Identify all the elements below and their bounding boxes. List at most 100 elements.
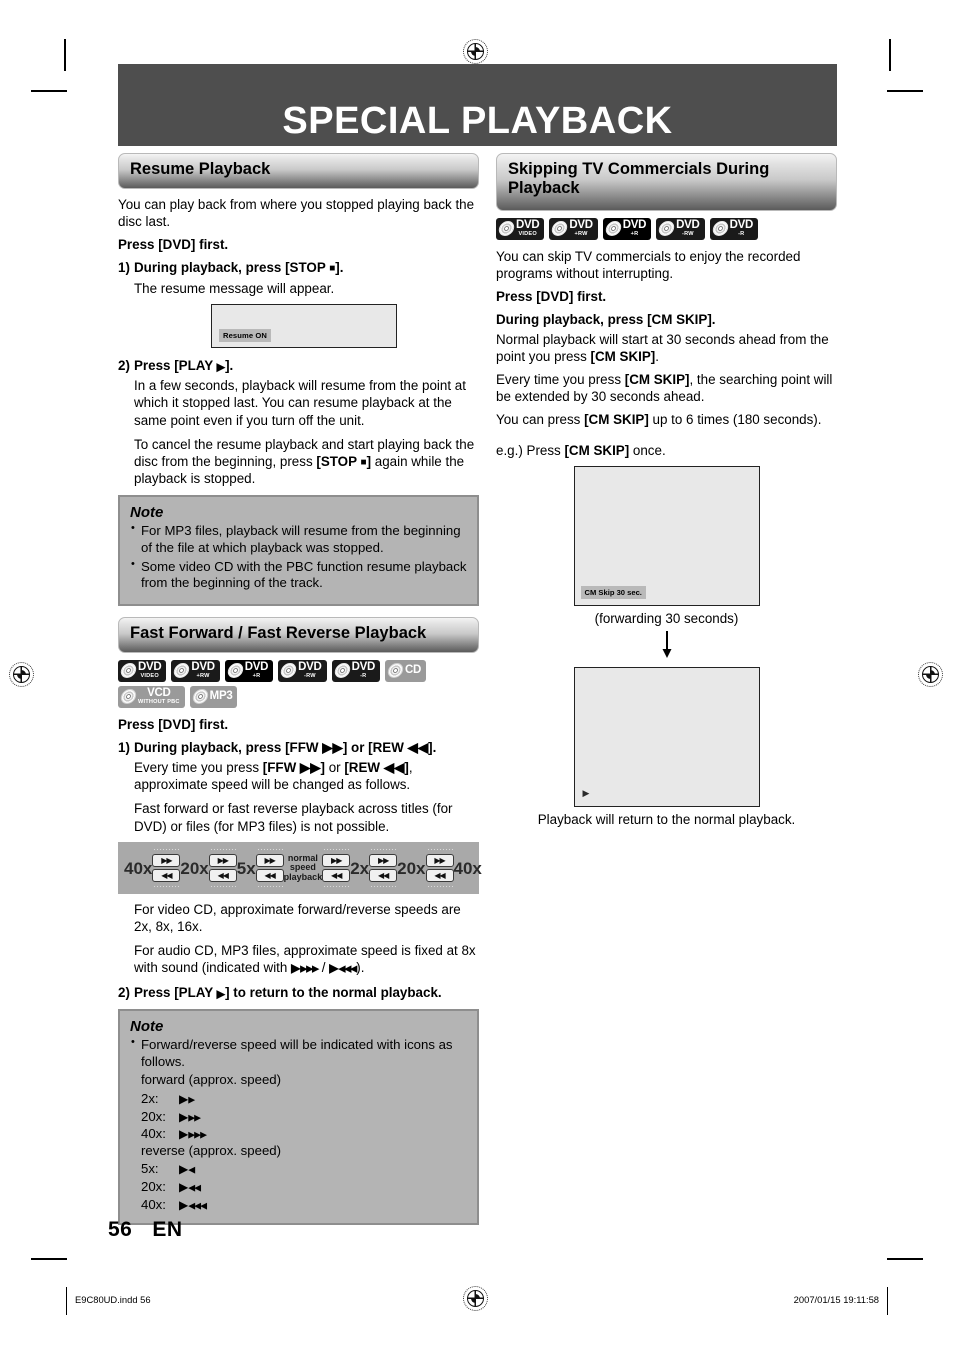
note-item: For MP3 files, playback will resume from… [130, 522, 467, 556]
note-list-2: Forward/reverse speed will be indicated … [130, 1036, 467, 1070]
speed-icon-row: 5x: ▶◀ [141, 1161, 195, 1177]
speed-label-2x-fwd: 2x [350, 858, 370, 878]
speed-icon-tail: ▶▶ [188, 1112, 201, 1123]
rew-button-icon: ◀◀ [255, 869, 284, 883]
cmskip-press-dvd-first: Press [DVD] first. [496, 289, 607, 305]
crop-mark-bottom-left-horizontal [31, 1258, 67, 1260]
disc-platter-icon [191, 689, 210, 705]
cmskip-paragraph-1: Normal playback will start at 30 seconds… [496, 331, 829, 364]
crop-mark-bottom-right-horizontal [887, 1258, 923, 1260]
speed-icon-row: 40x: ▶▶▶▶ [141, 1126, 207, 1142]
ff-step-1-detail-2: Fast forward or fast reverse playback ac… [134, 801, 453, 834]
disc-compatibility-row-cmskip: DVD VIDEO DVD +RW DVD +R DVD -RW DVD -R [496, 217, 837, 240]
cd-icon: CD [384, 659, 426, 682]
resume-step-1-text: During playback, press [STOP ■]. [134, 260, 344, 276]
crop-mark-top-left-horizontal [31, 90, 67, 92]
dvd-plus-r-icon: DVD +R [602, 217, 652, 240]
downward-arrow-icon [496, 631, 837, 663]
speed-label-20x-fwd: 20x [397, 858, 426, 878]
two-column-body: Resume Playback You can play back from w… [118, 153, 837, 1226]
resume-step-2-number: 2) [118, 357, 130, 373]
speed-icon-head: ▶ [179, 1109, 189, 1124]
disc-platter-icon [332, 663, 352, 679]
resume-step-1-detail: The resume message will appear. [134, 280, 335, 296]
reverse-speed-label: reverse (approx. speed) [141, 1142, 282, 1158]
speed-icon-head: ▶ [179, 1162, 189, 1177]
note-list-1: For MP3 files, playback will resume from… [130, 522, 467, 592]
dvd-minus-r-icon: DVD -R [709, 217, 758, 240]
speed-icon-tail: ▶ [188, 1094, 195, 1105]
ff-step-1-detail-1: Every time you press [FFW ▶▶] or [REW ◀◀… [134, 760, 413, 793]
page-title: SPECIAL PLAYBACK [282, 100, 673, 142]
ffw-button-icon: ▶▶ [322, 854, 351, 868]
crop-mark-top-left-vertical [64, 39, 66, 71]
speed-icon-row: 20x: ▶▶▶ [141, 1108, 201, 1124]
dvd-minus-rw-icon: DVD -RW [278, 659, 327, 682]
page-locale: EN [152, 1218, 183, 1241]
resume-step-1: 1) During playback, press [STOP ■]. [118, 259, 479, 276]
ff-step-1-number: 1) [118, 739, 130, 755]
registration-mark-left [9, 662, 34, 687]
speed-icon-head: ▶ [179, 1197, 189, 1212]
speed-icon-row: 20x: ▶◀◀ [141, 1178, 201, 1194]
left-column: Resume Playback You can play back from w… [118, 153, 482, 1226]
speed-button-pair: ▶▶ ◀◀ [152, 848, 181, 889]
mp3-icon: MP3 [189, 685, 238, 708]
tv-screen-cm-skip: CM Skip 30 sec. [573, 465, 760, 606]
speed-button-pair: ▶▶ ◀◀ [322, 848, 351, 889]
resume-step-2: 2) Press [PLAY ▶]. [118, 357, 479, 375]
disc-platter-icon [386, 663, 405, 679]
resume-step-2-detail-2: To cancel the resume playback and start … [134, 436, 475, 487]
cmskip-example-line: e.g.) Press [CM SKIP] once. [496, 443, 666, 459]
ff-step-2-text: Press [PLAY ▶] to return to the normal p… [134, 984, 442, 1001]
ff-step-2: 2) Press [PLAY ▶] to return to the norma… [118, 984, 479, 1002]
speed-button-pair: ▶▶ ◀◀ [425, 848, 454, 889]
note-box-resume: Note For MP3 files, playback will resume… [118, 495, 479, 606]
disc-platter-icon [172, 663, 191, 679]
note-item: Some video CD with the PBC function resu… [130, 558, 467, 592]
speed-icon-head: ▶ [179, 1179, 189, 1194]
dvd-minus-rw-icon: DVD -RW [656, 217, 705, 240]
disc-platter-icon [226, 663, 245, 679]
ffw-button-icon: ▶▶ [208, 854, 237, 868]
dvd-minus-r-icon: DVD -R [331, 659, 380, 682]
ff-detail-4: For audio CD, MP3 files, approximate spe… [134, 942, 476, 976]
tv-screen-normal-playback: ▶ [573, 667, 760, 808]
page-content: SPECIAL PLAYBACK Resume Playback You can… [118, 64, 837, 1226]
speed-button-pair: ▶▶ ◀◀ [255, 848, 284, 889]
note-box-speed-icons: Note Forward/reverse speed will be indic… [118, 1009, 479, 1226]
registration-mark-right [918, 662, 943, 687]
note-item: Forward/reverse speed will be indicated … [130, 1036, 467, 1070]
vcd-icon: VCD WITHOUT PBC [118, 685, 185, 708]
disc-platter-icon [657, 221, 676, 237]
caption-return-to-normal-playback: Playback will return to the normal playb… [537, 812, 796, 828]
forward-sound-icon: ▶ [291, 961, 301, 976]
print-footer: E9C80UD.indd 56 2007/01/15 19:11:58 [66, 1287, 888, 1315]
dvd-plus-rw-icon: DVD +RW [171, 659, 220, 682]
page-number-block: 56 EN [108, 1218, 183, 1242]
play-triangle-icon-2: ▶ [216, 988, 226, 1000]
page-title-banner: SPECIAL PLAYBACK [118, 64, 837, 146]
cmskip-intro-text: You can skip TV commercials to enjoy the… [496, 248, 801, 282]
rew-button-icon: ◀◀ [322, 869, 351, 883]
play-indicator-icon: ▶ [582, 788, 590, 799]
disc-platter-icon [119, 689, 138, 705]
section-header-skipping-tv-commercials: Skipping TV Commercials During Playback [496, 153, 837, 211]
disc-platter-icon [550, 221, 569, 237]
resume-message-screen: Resume ON [211, 303, 397, 348]
disc-compatibility-row-fastforward: DVD VIDEO DVD +RW DVD +R DVD -RW DVD -R CD VC… [118, 659, 479, 708]
right-column: Skipping TV Commercials During Playback D… [496, 153, 837, 1225]
speed-icon-head: ▶ [179, 1091, 189, 1106]
play-triangle-icon: ▶ [216, 361, 226, 374]
rew-button-icon: ◀◀ [208, 869, 237, 883]
speed-label-5x-rev: 5x [236, 858, 256, 878]
note-title-1: Note [130, 504, 164, 522]
page-number: 56 [108, 1218, 133, 1241]
resume-step-2-text: Press [PLAY ▶]. [134, 357, 234, 374]
rew-button-icon: ◀◀ [369, 869, 398, 883]
ffw-button-icon: ▶▶ [369, 854, 398, 868]
disc-platter-icon [710, 221, 730, 237]
ff-step-2-number: 2) [118, 984, 130, 1000]
ff-step-1: 1) During playback, press [FFW ▶▶] or [R… [118, 739, 479, 756]
dvd-plus-r-icon: DVD +R [224, 659, 274, 682]
